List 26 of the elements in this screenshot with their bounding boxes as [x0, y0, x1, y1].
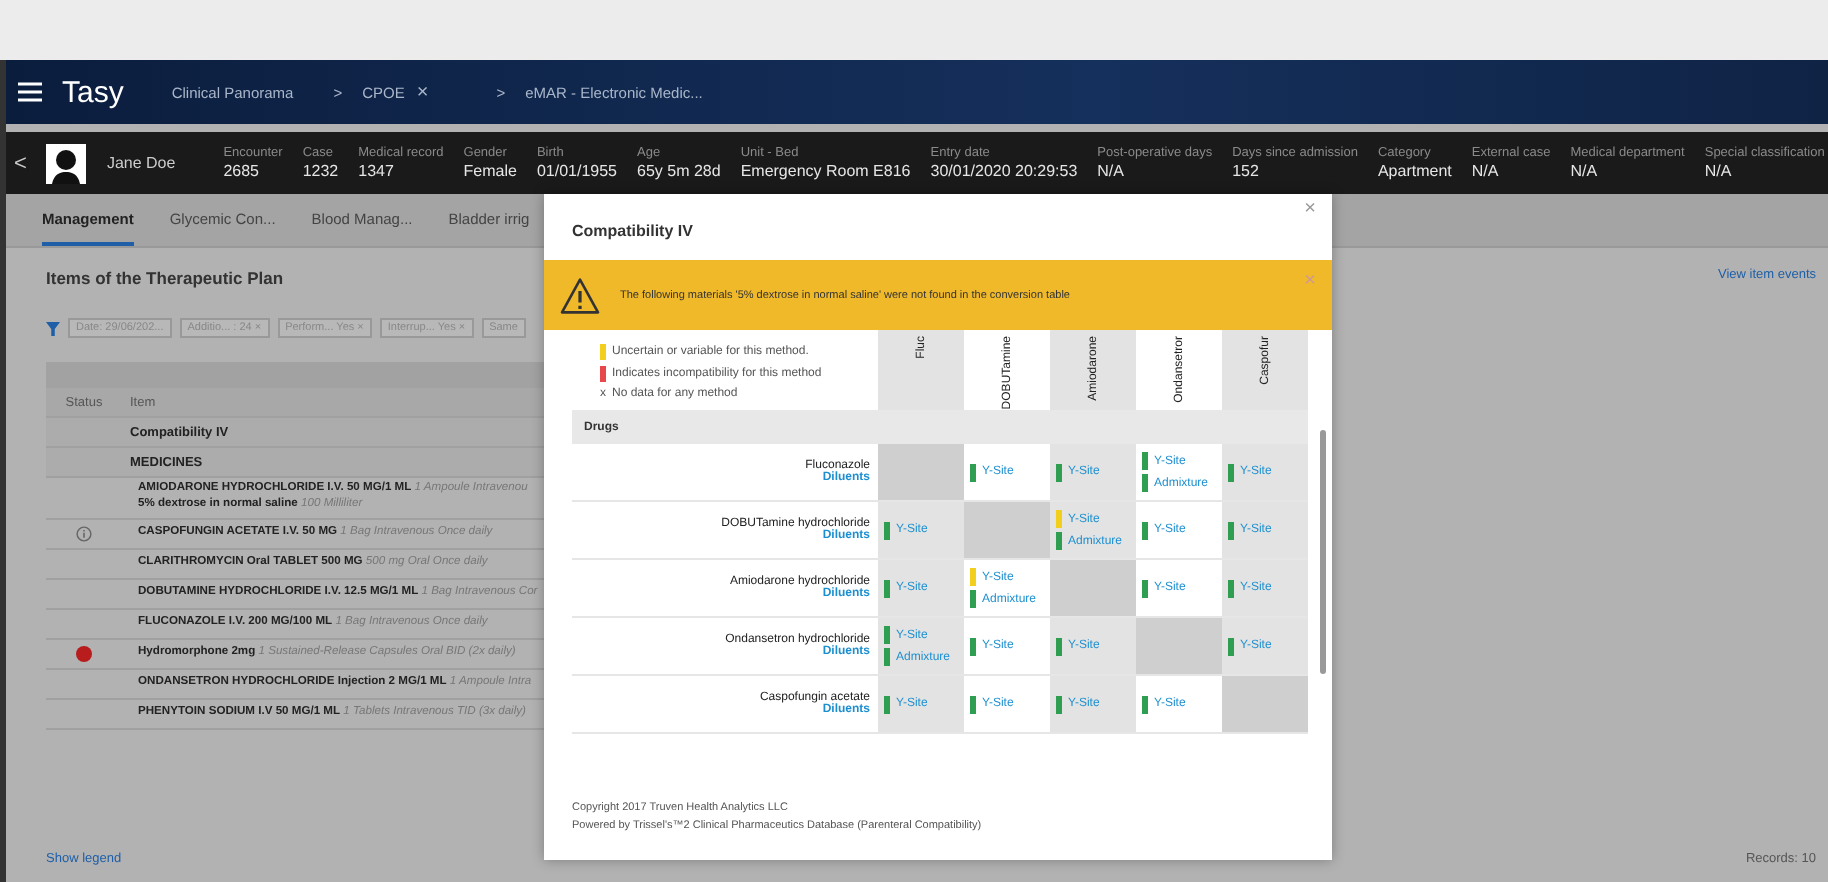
- warning-icon: [560, 277, 600, 313]
- back-button[interactable]: <: [14, 151, 27, 175]
- close-button[interactable]: ×: [1304, 198, 1316, 220]
- close-tab-button[interactable]: ×: [416, 81, 429, 103]
- scrollbar[interactable]: [1320, 430, 1326, 674]
- field-value: N/A: [1570, 162, 1600, 180]
- field-value: Emergency Room E816: [740, 162, 911, 180]
- patient-name: Jane Doe: [106, 154, 176, 172]
- avatar-silhouette-icon: [46, 143, 87, 183]
- menu-icon[interactable]: [18, 82, 42, 102]
- field-value: 1232: [302, 162, 339, 180]
- field-value: 01/01/1955: [536, 162, 617, 180]
- field-value: Apartment: [1377, 162, 1452, 180]
- field-value: 30/01/2020 20:29:53: [930, 162, 1078, 180]
- field-value: N/A: [1704, 162, 1734, 180]
- app-name: Tasy: [62, 75, 124, 109]
- field-value: 65y 5m 28d: [637, 162, 721, 180]
- field-value: N/A: [1097, 162, 1126, 180]
- field-value: 152: [1232, 162, 1261, 180]
- filter-icon[interactable]: [46, 321, 60, 335]
- field-value: N/A: [1471, 162, 1501, 180]
- field-value: Female: [463, 162, 517, 180]
- section-title: Items of the Therapeutic Plan: [46, 268, 286, 288]
- dialog-title: Compatibility IV: [572, 222, 693, 240]
- field-value: 1347: [358, 162, 396, 180]
- field-value: 2685: [223, 162, 261, 180]
